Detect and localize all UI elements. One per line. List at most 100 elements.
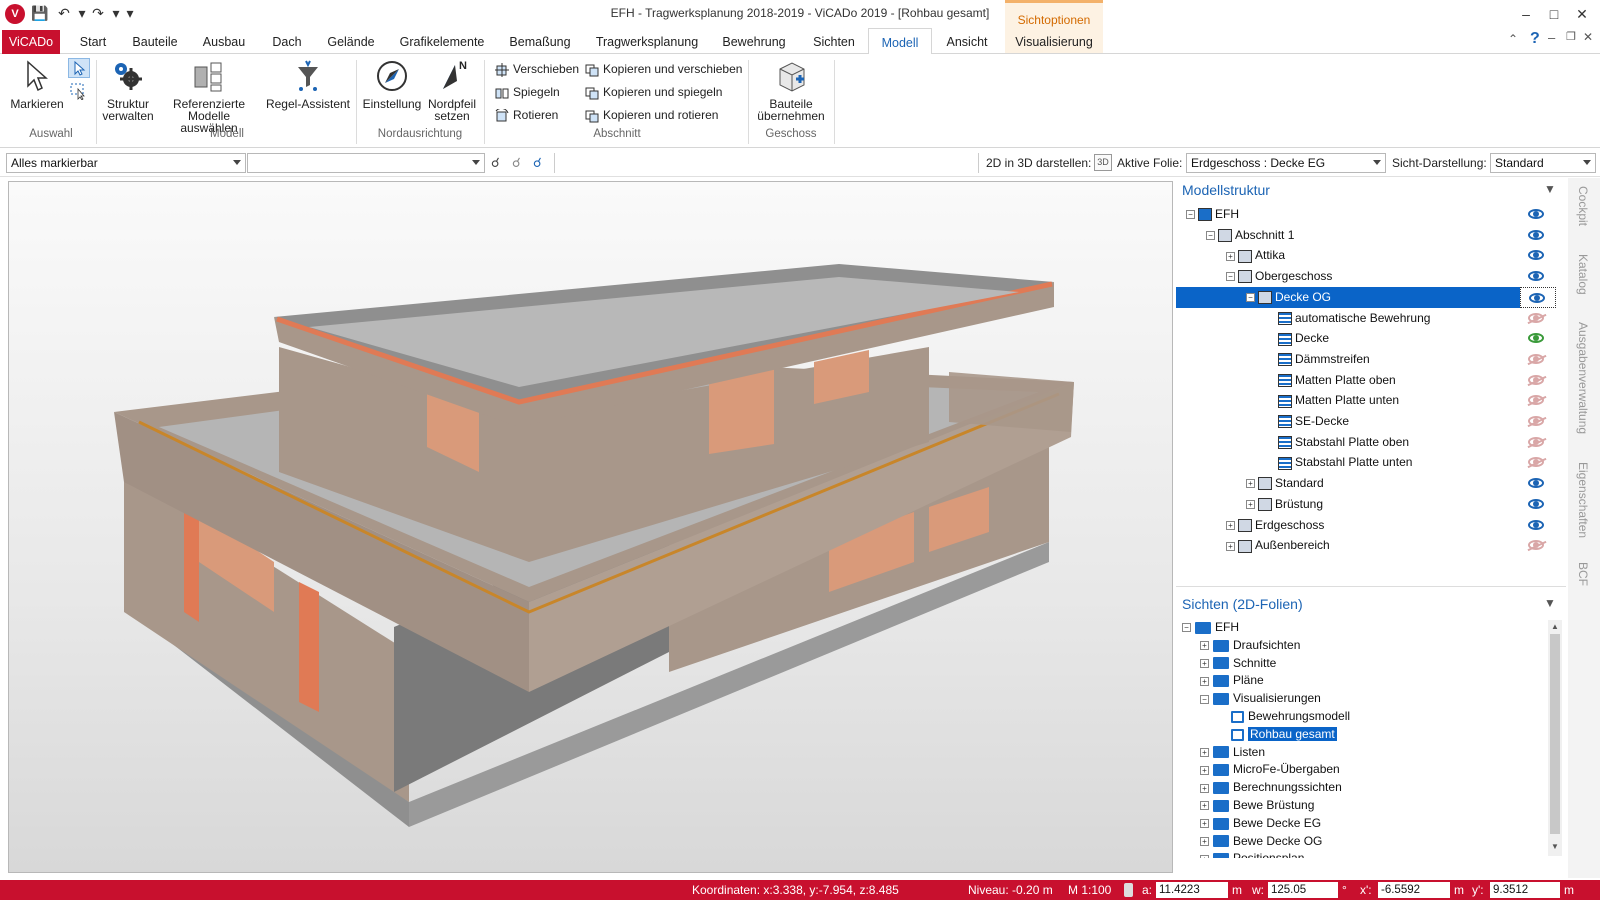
binoculars-remove-icon[interactable]: ☌ <box>512 155 528 171</box>
eye-icon[interactable] <box>1528 229 1544 240</box>
tab-ausbau[interactable]: Ausbau <box>196 28 252 54</box>
nordpfeil-setzen-button[interactable]: N Nordpfeil setzen <box>424 58 480 122</box>
3d-viewport[interactable] <box>8 181 1173 873</box>
eye-icon[interactable] <box>1528 478 1544 489</box>
tab-ansicht[interactable]: Ansicht <box>940 28 994 54</box>
tree-row[interactable]: Matten Platte oben <box>1176 370 1536 391</box>
tree-row[interactable]: + Standard <box>1176 473 1536 494</box>
expand-toggle-icon[interactable]: − <box>1182 623 1191 633</box>
visibility-cell[interactable] <box>1520 266 1556 287</box>
expand-toggle-icon[interactable]: − <box>1186 210 1195 220</box>
tree-row[interactable]: − EFH <box>1176 204 1536 225</box>
maximize-button[interactable]: □ <box>1540 4 1568 24</box>
eye-icon[interactable] <box>1528 353 1544 364</box>
visibility-cell[interactable] <box>1520 328 1556 349</box>
tab-bewehrung[interactable]: Bewehrung <box>716 28 792 54</box>
eye-icon[interactable] <box>1528 312 1544 323</box>
referenzierte-modelle-button[interactable]: Referenzierte Modelle auswählen <box>158 58 260 134</box>
minimize-button[interactable]: – <box>1512 4 1540 24</box>
scroll-up-icon[interactable]: ▲ <box>1551 622 1559 631</box>
tree-row[interactable]: + Positionsplan <box>1176 849 1304 858</box>
status-y-field[interactable]: 9.3512 <box>1490 882 1560 898</box>
rotieren-button[interactable]: Rotieren <box>494 105 558 125</box>
visibility-cell[interactable] <box>1520 411 1556 432</box>
tab-sichten[interactable]: Sichten <box>804 28 864 54</box>
einstellung-button[interactable]: Einstellung <box>360 58 424 110</box>
side-tab-cockpit[interactable]: Cockpit <box>1576 186 1590 226</box>
kopieren-rotieren-button[interactable]: Kopieren und rotieren <box>584 105 718 125</box>
tab-dach[interactable]: Dach <box>264 28 310 54</box>
close-button[interactable]: ✕ <box>1568 4 1596 24</box>
tree-row[interactable]: + Bewe Decke OG <box>1176 832 1322 850</box>
tab-modell[interactable]: Modell <box>868 28 932 55</box>
expand-toggle-icon[interactable]: + <box>1200 854 1209 858</box>
side-tab-ausgabenverwaltung[interactable]: Ausgabenverwaltung <box>1576 322 1590 434</box>
visibility-cell[interactable] <box>1520 473 1556 494</box>
bauteile-uebernehmen-button[interactable]: Bauteile übernehmen <box>752 58 830 122</box>
expand-toggle-icon[interactable]: + <box>1200 747 1209 757</box>
tree-row[interactable]: + Draufsichten <box>1176 636 1300 654</box>
visibility-cell[interactable] <box>1520 494 1556 515</box>
expand-toggle-icon[interactable]: − <box>1226 272 1235 282</box>
regel-assistent-button[interactable]: Regel-Assistent <box>262 58 354 110</box>
eye-icon[interactable] <box>1528 416 1544 426</box>
eye-icon[interactable] <box>1528 271 1544 282</box>
expand-toggle-icon[interactable]: + <box>1200 819 1209 829</box>
tab-tragwerksplanung[interactable]: Tragwerksplanung <box>590 28 704 54</box>
tree-row[interactable]: − EFH <box>1176 618 1239 636</box>
eye-icon[interactable] <box>1528 436 1544 447</box>
tree-row[interactable]: + Berechnungssichten <box>1176 778 1342 796</box>
collapse-ribbon-icon[interactable]: ⌃ <box>1508 32 1518 46</box>
scroll-thumb[interactable] <box>1550 634 1560 834</box>
visibility-cell[interactable] <box>1520 452 1556 473</box>
eye-icon[interactable] <box>1528 333 1544 344</box>
tree-row[interactable]: automatische Bewehrung <box>1176 308 1536 329</box>
tree-row[interactable]: + Pläne <box>1176 671 1264 689</box>
expand-toggle-icon[interactable]: + <box>1246 479 1255 489</box>
visibility-cell[interactable] <box>1520 370 1556 391</box>
sichten-scrollbar[interactable]: ▲ ▼ <box>1548 620 1562 856</box>
eye-icon[interactable] <box>1528 250 1544 261</box>
tree-row[interactable]: Rohbau gesamt <box>1176 725 1337 743</box>
eye-icon[interactable] <box>1528 395 1544 406</box>
tree-row[interactable]: − Visualisierungen <box>1176 689 1321 707</box>
select-mode-icon[interactable] <box>68 58 90 78</box>
tree-row[interactable]: + Schnitte <box>1176 654 1276 672</box>
visibility-cell[interactable] <box>1520 349 1556 370</box>
side-tab-katalog[interactable]: Katalog <box>1576 254 1590 295</box>
visibility-cell[interactable] <box>1520 535 1556 556</box>
tab-grafikelemente[interactable]: Grafikelemente <box>392 28 492 54</box>
visibility-cell[interactable] <box>1520 308 1556 329</box>
tree-row[interactable]: − Decke OG <box>1176 286 1536 308</box>
expand-toggle-icon[interactable]: + <box>1200 801 1209 811</box>
visibility-cell[interactable] <box>1520 204 1556 225</box>
pin-icon[interactable]: ▼ <box>1544 182 1556 196</box>
status-a-field[interactable]: 11.4223 <box>1156 882 1228 898</box>
tree-row[interactable]: Stabstahl Platte unten <box>1176 452 1536 473</box>
visibility-cell[interactable] <box>1520 515 1556 536</box>
pin-icon[interactable]: ▼ <box>1544 596 1556 610</box>
expand-toggle-icon[interactable]: − <box>1200 694 1209 704</box>
binoculars-icon[interactable]: ☌ <box>491 155 507 171</box>
expand-toggle-icon[interactable]: − <box>1206 231 1215 241</box>
eye-icon[interactable] <box>1528 209 1544 219</box>
tree-row[interactable]: + Bewe Decke EG <box>1176 814 1321 832</box>
tab-start[interactable]: Start <box>68 28 118 54</box>
2d-in-3d-toggle-icon[interactable]: 3D <box>1094 154 1112 171</box>
scroll-down-icon[interactable]: ▼ <box>1551 842 1559 851</box>
mdi-minimize-icon[interactable]: – <box>1548 30 1555 45</box>
visibility-cell[interactable] <box>1520 245 1556 266</box>
expand-toggle-icon[interactable]: + <box>1200 676 1209 686</box>
visibility-cell[interactable] <box>1520 390 1556 411</box>
tree-row[interactable]: + Außenbereich <box>1176 535 1536 556</box>
expand-toggle-icon[interactable]: + <box>1226 541 1235 551</box>
mdi-restore-icon[interactable]: ❐ <box>1566 30 1576 43</box>
selection-filter-combo[interactable]: Alles markierbar <box>6 153 246 173</box>
eye-icon[interactable] <box>1528 498 1544 509</box>
secondary-filter-combo[interactable] <box>247 153 485 173</box>
expand-toggle-icon[interactable]: + <box>1200 783 1209 793</box>
tab-bemassung[interactable]: Bemaßung <box>502 28 578 54</box>
kopieren-spiegeln-button[interactable]: Kopieren und spiegeln <box>584 82 722 102</box>
tree-row[interactable]: + Erdgeschoss <box>1176 515 1536 536</box>
verschieben-button[interactable]: Verschieben <box>494 59 579 79</box>
